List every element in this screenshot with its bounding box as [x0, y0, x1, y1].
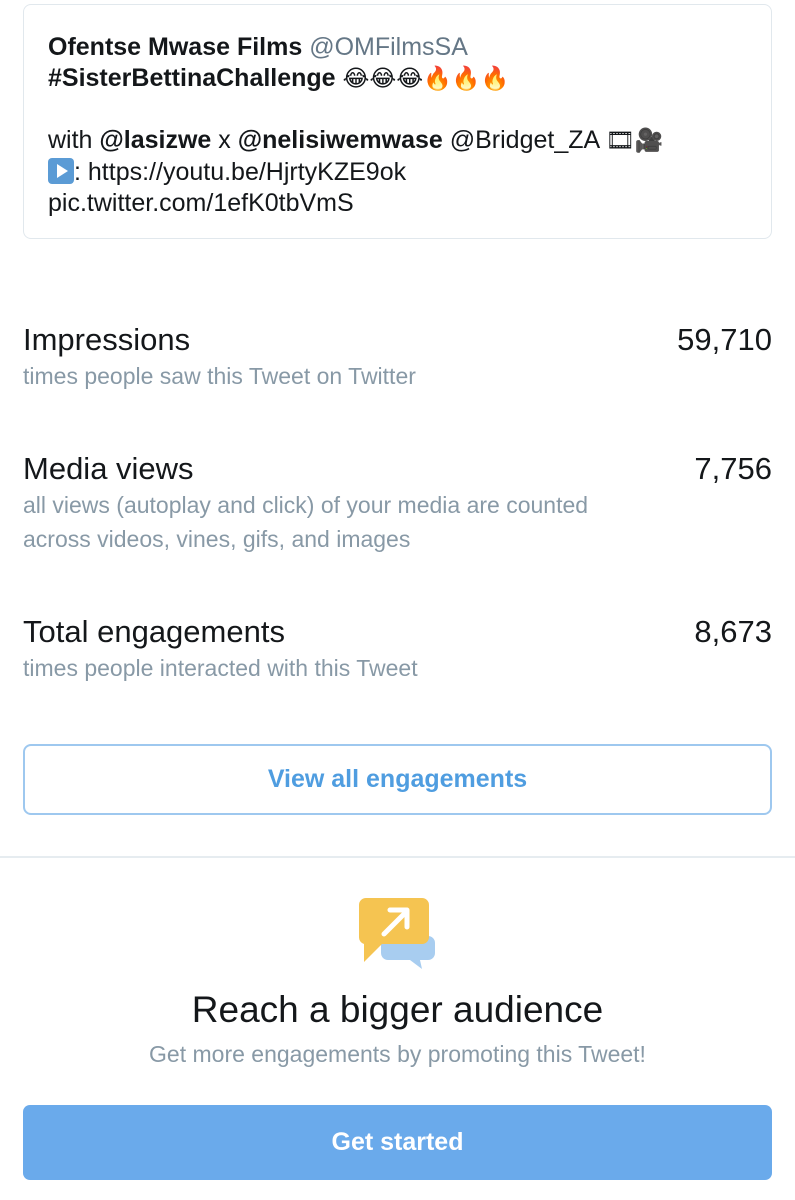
metric-description: times people saw this Tweet on Twitter: [23, 363, 416, 389]
author-handle[interactable]: @OMFilmsSA: [309, 33, 468, 61]
promo-title: Reach a bigger audience: [191, 989, 604, 1030]
separator-text: x: [211, 126, 238, 154]
promote-speech-bubble-arrow-icon: [358, 898, 435, 969]
metric-value: 59,710: [677, 322, 772, 357]
line-break: [48, 95, 747, 125]
laugh-fire-emoji-icon: 😂😂😂🔥🔥🔥: [342, 66, 510, 92]
get-started-button[interactable]: Get started: [23, 1105, 772, 1180]
metric-title: Impressions: [23, 322, 191, 357]
author-name[interactable]: Ofentse Mwase Films: [48, 33, 302, 61]
tweet-text-line-4: pic.twitter.com/1efK0tbVmS: [48, 188, 747, 219]
mention-nelisiwemwase[interactable]: @nelisiwemwase: [238, 126, 443, 154]
metric-description-line-2: across videos, vines, gifs, and images: [23, 526, 411, 552]
play-button-emoji-icon: [48, 158, 74, 184]
promo-subtitle: Get more engagements by promoting this T…: [149, 1041, 646, 1067]
metric-description-line-1: all views (autoplay and click) of your m…: [23, 492, 589, 518]
metric-title: Media views: [23, 451, 194, 486]
metric-media-views: Media views 7,756 all views (autoplay an…: [23, 451, 772, 556]
tweet-text-line-3: : https://youtu.be/HjrtyKZE9ok: [48, 157, 747, 188]
view-all-engagements-button[interactable]: View all engagements: [23, 744, 772, 815]
metric-value: 8,673: [694, 614, 772, 649]
hashtag-link[interactable]: #SisterBettinaChallenge: [48, 64, 336, 92]
mention-bridget[interactable]: @Bridget_ZA: [443, 126, 606, 154]
mention-lasizwe[interactable]: @lasizwe: [99, 126, 211, 154]
pic-link[interactable]: pic.twitter.com/1efK0tbVmS: [48, 189, 354, 217]
metric-description: times people interacted with this Tweet: [23, 655, 418, 681]
tweet-card[interactable]: Ofentse Mwase Films @OMFilmsSA #SisterBe…: [23, 4, 772, 239]
tweet-header: Ofentse Mwase Films @OMFilmsSA: [48, 32, 747, 63]
metric-value: 7,756: [694, 451, 772, 486]
metric-total-engagements: Total engagements 8,673 times people int…: [23, 614, 772, 685]
metric-description: all views (autoplay and click) of your m…: [23, 488, 772, 556]
metric-impressions: Impressions 59,710 times people saw this…: [23, 322, 772, 393]
film-camera-emoji-icon: 🎞🎥: [605, 128, 664, 154]
tweet-text-line-2: with @lasizwe x @nelisiwemwase @Bridget_…: [48, 125, 747, 157]
with-text: with: [48, 126, 100, 154]
youtube-link[interactable]: https://youtu.be/HjrtyKZE9ok: [88, 158, 406, 186]
tweet-text-line-1: #SisterBettinaChallenge 😂😂😂🔥🔥🔥: [48, 63, 747, 95]
metric-title: Total engagements: [23, 614, 285, 649]
link-prefix: :: [74, 158, 88, 186]
divider: [0, 856, 795, 858]
